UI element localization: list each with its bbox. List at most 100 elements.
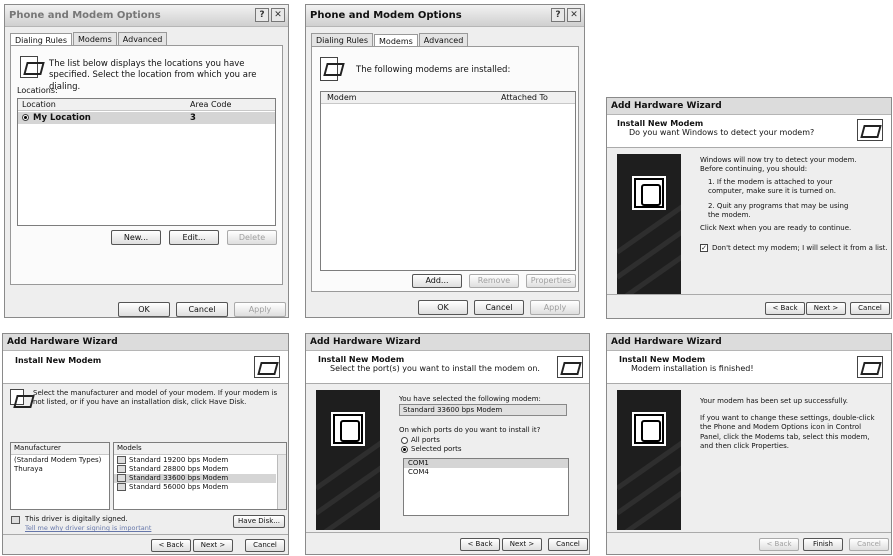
- next-button[interactable]: Next >: [806, 302, 846, 315]
- model-label: Standard 19200 bps Modem: [129, 456, 229, 464]
- selected-ports-option[interactable]: Selected ports: [401, 445, 462, 454]
- cancel-button[interactable]: Cancel: [849, 538, 889, 551]
- intro-text: Windows will now try to detect your mode…: [700, 156, 857, 174]
- driver-signing-link[interactable]: Tell me why driver signing is important: [25, 524, 151, 533]
- model-label: Standard 56000 bps Modem: [129, 483, 229, 491]
- add-hardware-wizard-finished: Add Hardware Wizard Install New Modem Mo…: [606, 333, 892, 555]
- dont-detect-checkbox[interactable]: ✓: [700, 244, 708, 252]
- modem-icon: [117, 474, 126, 482]
- modem-wizard-icon: [557, 356, 583, 378]
- back-button[interactable]: < Back: [460, 538, 500, 551]
- all-ports-label: All ports: [411, 436, 440, 444]
- signed-driver-icon: [11, 516, 20, 524]
- close-button[interactable]: ✕: [567, 8, 581, 22]
- cancel-button[interactable]: Cancel: [474, 300, 524, 315]
- header-subtitle: Do you want Windows to detect your modem…: [629, 128, 815, 137]
- apply-button[interactable]: Apply: [530, 300, 580, 315]
- selected-ports-label: Selected ports: [411, 445, 462, 453]
- phone-location-icon: [20, 56, 38, 78]
- locations-list[interactable]: Location Area Code My Location 3: [17, 98, 276, 226]
- modem-wizard-icon: [857, 356, 883, 378]
- info-text: The list below displays the locations yo…: [49, 59, 257, 92]
- help-button[interactable]: ?: [551, 8, 565, 22]
- tab-panel: The list below displays the locations yo…: [10, 45, 283, 285]
- telephone-icon: [634, 414, 664, 444]
- help-button[interactable]: ?: [255, 8, 269, 22]
- wizard-header: Install New Modem: [3, 351, 288, 384]
- divider: [306, 532, 589, 533]
- step-one-text: 1. If the modem is attached to your comp…: [708, 178, 837, 196]
- window-title: Phone and Modem Options: [9, 10, 161, 21]
- ok-button[interactable]: OK: [418, 300, 468, 315]
- list-header: Location Area Code: [18, 99, 275, 111]
- location-name: My Location: [33, 113, 91, 123]
- continue-text: Click Next when you are ready to continu…: [700, 224, 852, 232]
- all-ports-radio[interactable]: [401, 436, 408, 444]
- list-item[interactable]: Standard 56000 bps Modem: [114, 483, 286, 492]
- list-header: Manufacturer: [11, 443, 109, 455]
- tab-strip: Dialing Rules Modems Advanced: [10, 32, 168, 47]
- list-item[interactable]: (Standard Modem Types): [11, 456, 109, 465]
- models-list[interactable]: Models Standard 19200 bps Modem Standard…: [113, 442, 287, 510]
- list-item-selected[interactable]: Standard 33600 bps Modem: [114, 474, 276, 483]
- tab-modems[interactable]: Modems: [73, 32, 117, 46]
- tab-advanced[interactable]: Advanced: [117, 32, 168, 46]
- apply-button[interactable]: Apply: [234, 302, 286, 317]
- phone-modem-options-modems-window: Phone and Modem Options ? ✕ Dialing Rule…: [305, 4, 585, 318]
- ports-list[interactable]: COM1 COM4: [403, 458, 569, 516]
- success-text: Your modem has been set up successfully.: [700, 397, 848, 405]
- new-button[interactable]: New...: [111, 230, 161, 245]
- back-button[interactable]: < Back: [765, 302, 805, 315]
- modem-icon: [320, 57, 338, 81]
- remove-button[interactable]: Remove: [469, 274, 519, 288]
- telephone-icon: [634, 178, 664, 208]
- modem-icon: [117, 456, 126, 464]
- list-item[interactable]: Thuraya: [11, 465, 109, 474]
- instructions-text: If you want to change these settings, do…: [700, 414, 875, 451]
- cancel-button[interactable]: Cancel: [548, 538, 588, 551]
- column-area-code[interactable]: Area Code: [190, 100, 231, 109]
- telephone-icon: [333, 414, 363, 444]
- manufacturer-list[interactable]: Manufacturer (Standard Modem Types) Thur…: [10, 442, 110, 510]
- finish-button[interactable]: Finish: [803, 538, 843, 551]
- next-button[interactable]: Next >: [502, 538, 542, 551]
- divider: [607, 294, 891, 295]
- divider: [607, 532, 891, 533]
- window-title: Add Hardware Wizard: [611, 337, 722, 347]
- modems-list[interactable]: Modem Attached To: [320, 91, 576, 271]
- back-button[interactable]: < Back: [759, 538, 799, 551]
- title-bar: Add Hardware Wizard: [306, 334, 589, 351]
- wizard-header: Install New Modem Modem installation is …: [607, 351, 891, 384]
- tab-strip: Dialing Rules Modems Advanced: [311, 33, 469, 48]
- cancel-button[interactable]: Cancel: [245, 539, 285, 552]
- edit-button[interactable]: Edit...: [169, 230, 219, 245]
- list-item-selected[interactable]: COM1: [404, 459, 568, 468]
- column-attached-to[interactable]: Attached To: [501, 93, 548, 102]
- properties-button[interactable]: Properties: [526, 274, 576, 288]
- modem-wizard-icon: [857, 119, 883, 141]
- next-button[interactable]: Next >: [193, 539, 233, 552]
- list-item[interactable]: COM4: [404, 468, 568, 477]
- cancel-button[interactable]: Cancel: [850, 302, 890, 315]
- header-subtitle: Modem installation is finished!: [631, 364, 754, 373]
- list-item[interactable]: Standard 28800 bps Modem: [114, 465, 286, 474]
- table-row[interactable]: My Location 3: [18, 112, 275, 124]
- close-button[interactable]: ✕: [271, 8, 285, 22]
- selected-modem-field: Standard 33600 bps Modem: [399, 404, 567, 416]
- column-location[interactable]: Location: [22, 100, 56, 109]
- tab-advanced[interactable]: Advanced: [418, 33, 469, 47]
- tab-panel: The following modems are installed: Mode…: [311, 46, 579, 292]
- add-hardware-wizard-detect: Add Hardware Wizard Install New Modem Do…: [606, 97, 892, 319]
- dont-detect-row[interactable]: ✓ Don't detect my modem; I will select it…: [700, 244, 888, 253]
- ok-button[interactable]: OK: [118, 302, 170, 317]
- selected-ports-radio[interactable]: [401, 445, 408, 453]
- delete-button[interactable]: Delete: [227, 230, 277, 245]
- vertical-scrollbar[interactable]: [277, 455, 286, 509]
- tab-dialing-rules[interactable]: Dialing Rules: [311, 33, 374, 47]
- column-modem[interactable]: Modem: [327, 93, 357, 102]
- back-button[interactable]: < Back: [151, 539, 191, 552]
- cancel-button[interactable]: Cancel: [176, 302, 228, 317]
- add-button[interactable]: Add...: [412, 274, 462, 288]
- list-item[interactable]: Standard 19200 bps Modem: [114, 456, 286, 465]
- have-disk-button[interactable]: Have Disk...: [233, 515, 285, 528]
